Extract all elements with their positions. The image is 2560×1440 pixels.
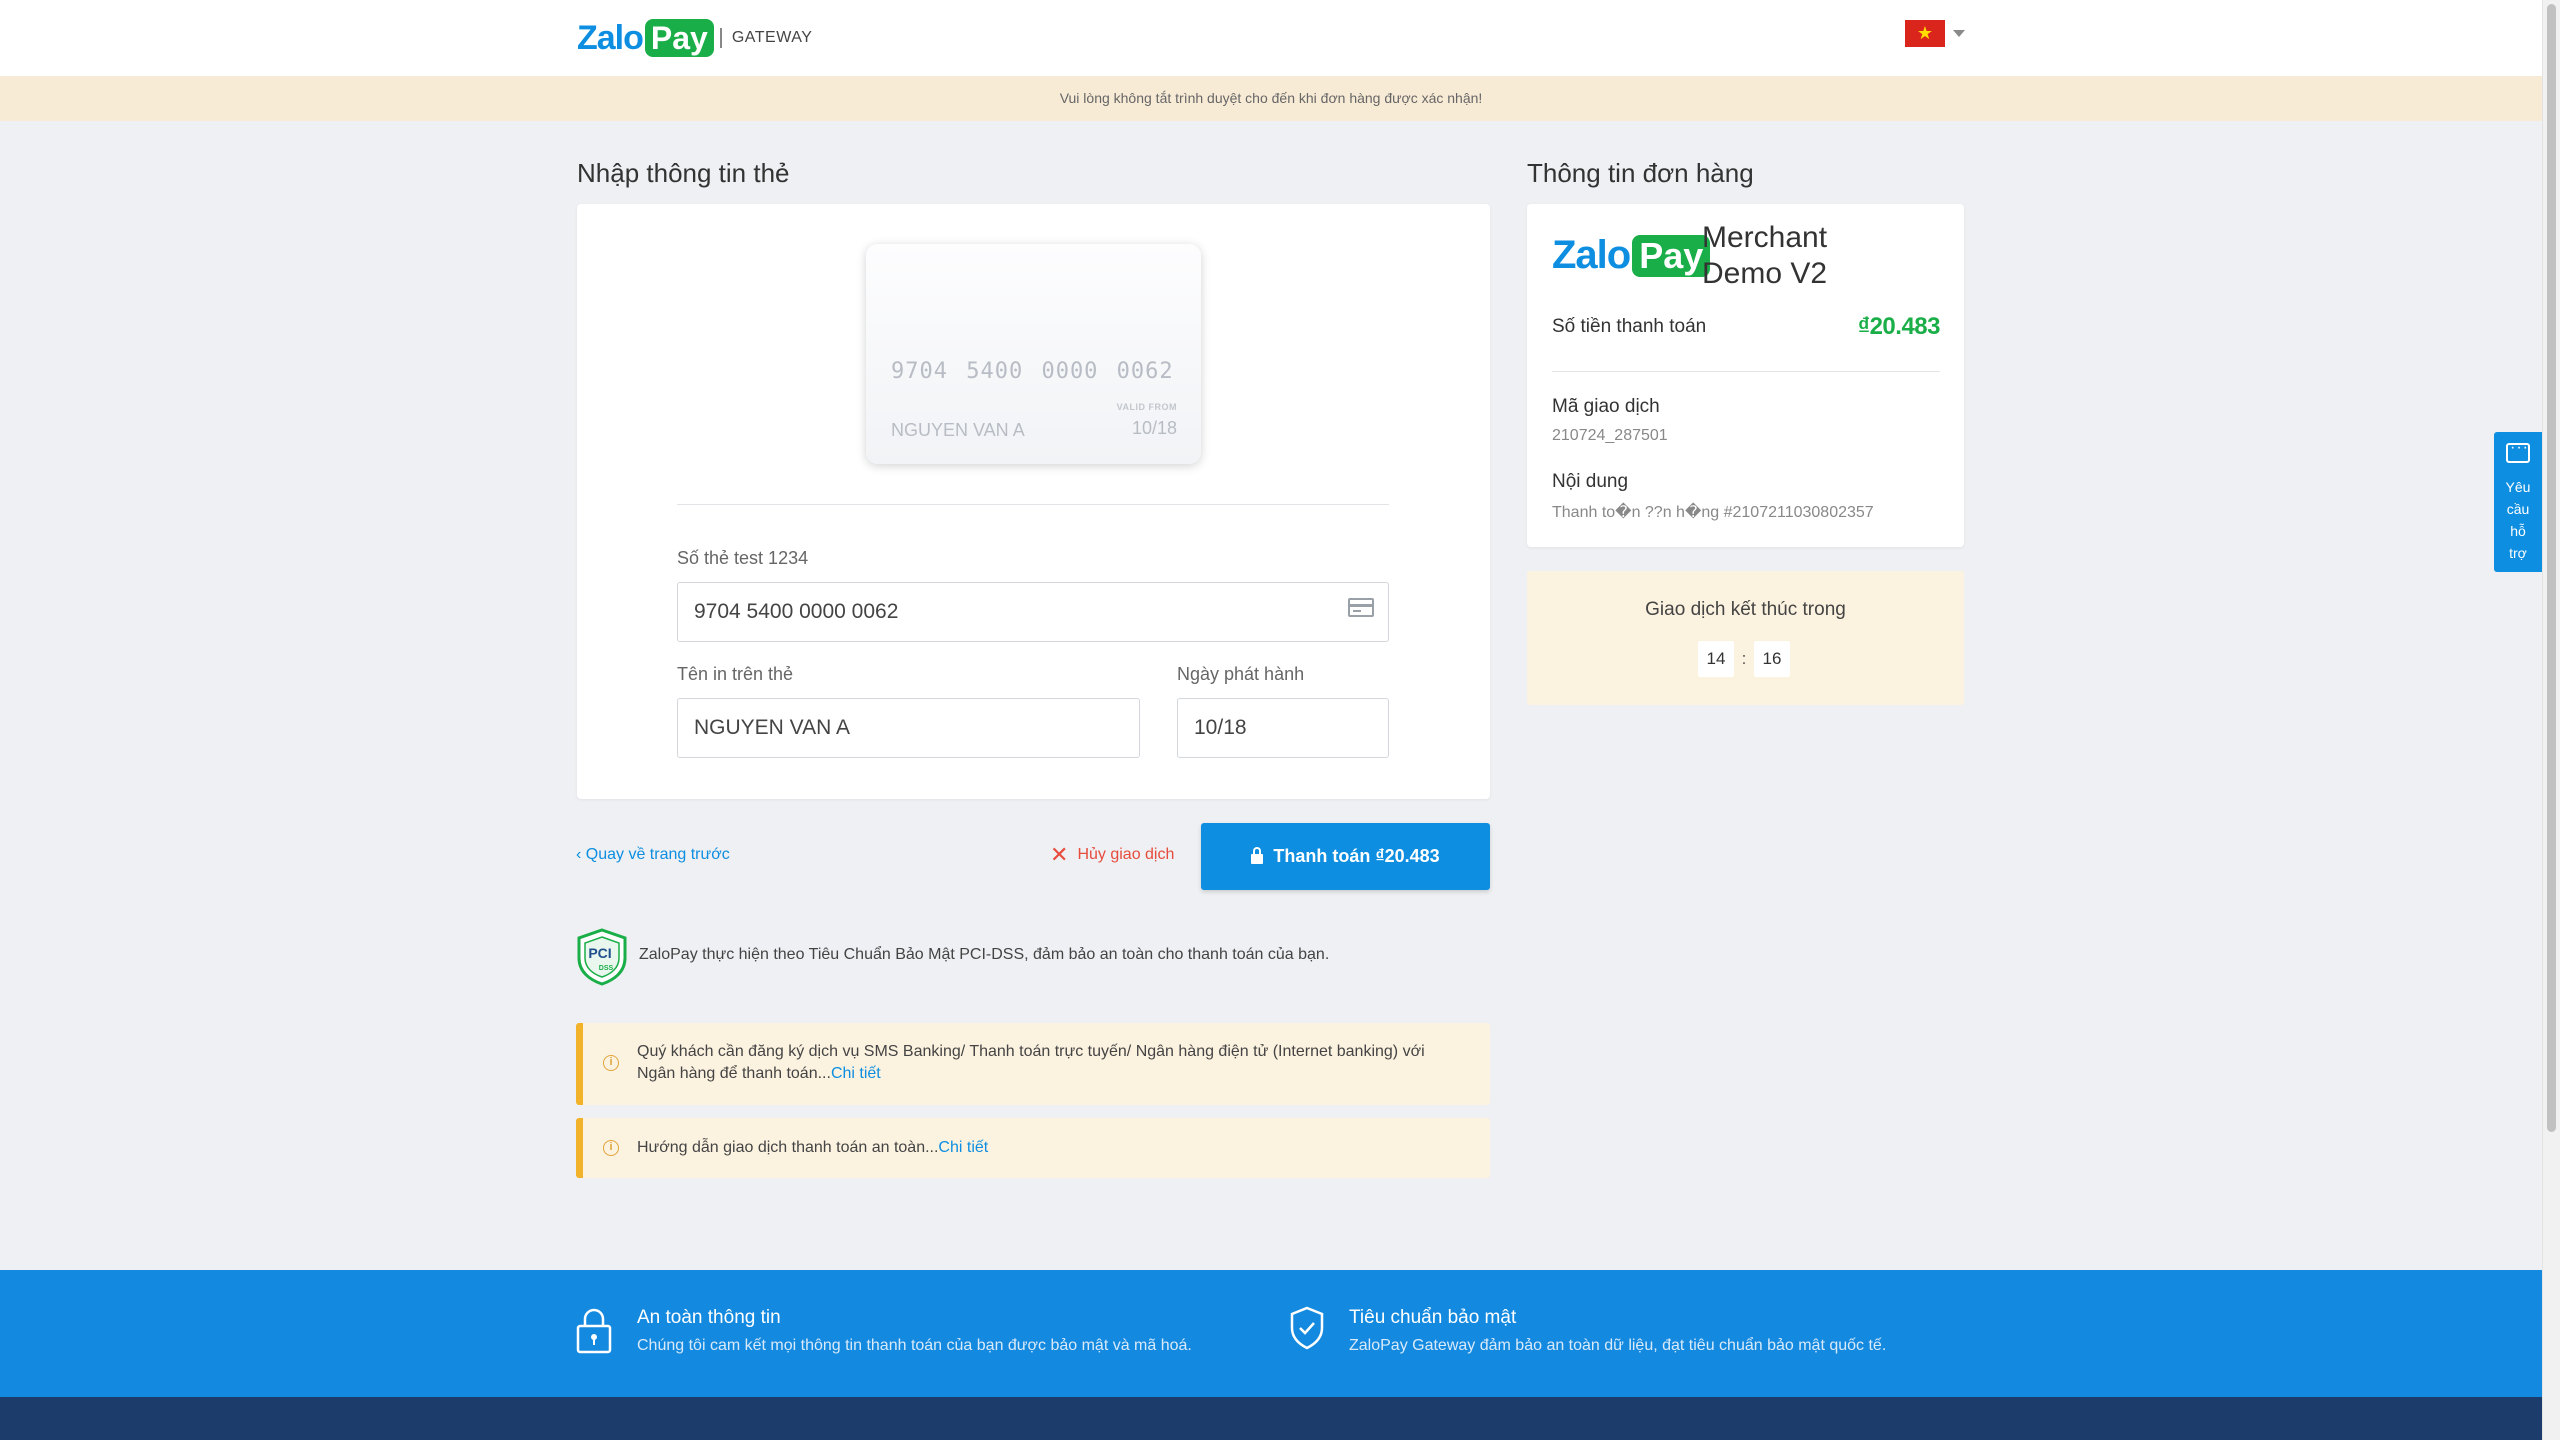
logo-pay-text: Pay — [644, 19, 714, 57]
card-preview-valid-label: VALID FROM — [1116, 402, 1177, 412]
top-header: Zalo Pay GATEWAY ★ — [0, 0, 2542, 76]
safe-payment-details-link[interactable]: Chi tiết — [938, 1139, 988, 1156]
support-request-tab[interactable]: Yêu cầu hỗ trợ — [2494, 432, 2542, 572]
card-preview: 9704 5400 0000 0062 NGUYEN VAN A VALID F… — [866, 244, 1201, 464]
chat-icon — [2506, 439, 2530, 463]
back-link[interactable]: ‹ Quay về trang trước — [576, 846, 730, 864]
order-info-title: Thông tin đơn hàng — [1527, 158, 1754, 188]
vietnam-flag-icon: ★ — [1905, 20, 1945, 47]
info-icon: i — [603, 1055, 619, 1071]
flag-star: ★ — [1916, 23, 1934, 43]
standard-text: ZaloPay Gateway đảm bảo an toàn dữ liệu,… — [1349, 1337, 1887, 1354]
close-icon: ✕ — [1050, 842, 1069, 867]
standard-title: Tiêu chuẩn bảo mật — [1349, 1307, 1517, 1328]
safe-payment-label: Hướng dẫn giao dịch thanh toán an toàn..… — [637, 1139, 939, 1156]
amount-value: ₫20.483 — [1857, 313, 1941, 340]
safe-payment-text: Hướng dẫn giao dịch thanh toán an toàn..… — [637, 1137, 988, 1159]
pci-dss-shield-icon: PCI DSS — [577, 928, 627, 986]
card-number-label: Số thẻ test 1234 — [677, 548, 809, 568]
sms-banking-line1: Quý khách cần đăng ký dịch vụ SMS Bankin… — [637, 1043, 1425, 1060]
padlock-icon — [576, 1308, 612, 1354]
transaction-id-value: 210724_287501 — [1552, 427, 1668, 444]
issue-date-input[interactable]: 10/18 — [1177, 698, 1389, 758]
scrollbar-thumb[interactable] — [2547, 4, 2556, 1132]
support-label-line: Yêu — [2505, 479, 2531, 495]
language-selector[interactable]: ★ — [1905, 20, 1965, 47]
safe-payment-notice: i Hướng dẫn giao dịch thanh toán an toàn… — [576, 1118, 1490, 1178]
amount-label: Số tiền thanh toán — [1552, 316, 1707, 337]
countdown-minutes: 14 — [1698, 641, 1734, 677]
pci-badge-top: PCI — [588, 945, 611, 961]
browser-notice-bar: Vui lòng không tắt trình duyệt cho đến k… — [0, 76, 2542, 121]
merchant-logo: Zalo Pay — [1552, 233, 1711, 278]
page-scrollbar[interactable] — [2542, 0, 2560, 1440]
countdown-seconds: 16 — [1754, 641, 1790, 677]
card-form-title: Nhập thông tin thẻ — [577, 158, 790, 188]
zalopay-gateway-logo[interactable]: Zalo Pay GATEWAY — [577, 18, 812, 58]
credit-card-icon — [1348, 598, 1374, 617]
content-value: Thanh to�n ??n h�ng #2107211030802357 — [1552, 504, 1874, 521]
sms-banking-line2: Ngân hàng để thanh toán... — [637, 1065, 831, 1082]
security-title: An toàn thông tin — [637, 1307, 781, 1328]
cardholder-name-input[interactable]: NGUYEN VAN A — [677, 698, 1140, 758]
footer-bottom-bar — [0, 1397, 2542, 1440]
cancel-transaction-label: Hủy giao dịch — [1077, 846, 1175, 863]
support-label-line: trợ — [2509, 545, 2527, 561]
info-icon: i — [603, 1140, 619, 1156]
chevron-down-icon — [1953, 30, 1965, 37]
gateway-label: GATEWAY — [731, 29, 813, 46]
merchant-logo-zalo: Zalo — [1552, 233, 1631, 277]
card-number-input[interactable]: 9704 5400 0000 0062 — [677, 582, 1389, 642]
countdown-title: Giao dịch kết thúc trong — [1645, 599, 1846, 620]
card-form-divider — [677, 504, 1389, 505]
merchant-name: Merchant Demo V2 — [1702, 221, 1828, 290]
support-label: Yêu cầu hỗ trợ — [2494, 476, 2542, 564]
order-divider — [1552, 371, 1940, 372]
merchant-logo-pay: Pay — [1632, 234, 1711, 277]
logo-zalo-text: Zalo — [577, 18, 644, 57]
countdown-panel: Giao dịch kết thúc trong 14 : 16 — [1527, 571, 1964, 705]
card-preview-number: 9704 5400 0000 0062 — [891, 359, 1174, 384]
lock-icon — [1251, 846, 1264, 864]
logo-separator — [719, 28, 722, 48]
transaction-id-label: Mã giao dịch — [1552, 396, 1660, 417]
pay-button-label: Thanh toán ₫20.483 — [1273, 846, 1440, 866]
security-text: Chúng tôi cam kết mọi thông tin thanh to… — [637, 1337, 1192, 1354]
issue-date-label: Ngày phát hành — [1177, 664, 1305, 684]
support-label-line: cầu — [2506, 501, 2530, 517]
sms-banking-details-link[interactable]: Chi tiết — [831, 1065, 881, 1082]
card-preview-valid: 10/18 — [1131, 418, 1177, 438]
pci-badge-bottom: DSS — [599, 965, 614, 972]
countdown-timer: 14 : 16 — [1698, 641, 1790, 677]
cancel-transaction-button[interactable]: ✕ Hủy giao dịch — [1050, 842, 1175, 867]
pay-button[interactable]: Thanh toán ₫20.483 — [1201, 823, 1490, 890]
support-label-line: hỗ — [2510, 523, 2526, 539]
countdown-separator: : — [1741, 649, 1747, 668]
card-preview-name: NGUYEN VAN A — [891, 420, 1025, 440]
footer: An toàn thông tin Chúng tôi cam kết mọi … — [0, 1270, 2542, 1397]
sms-banking-notice: i Quý khách cần đăng ký dịch vụ SMS Bank… — [576, 1023, 1490, 1105]
sms-banking-line2-wrap: Ngân hàng để thanh toán...Chi tiết — [637, 1063, 1425, 1085]
content-label: Nội dung — [1552, 471, 1629, 492]
shield-check-icon — [1290, 1306, 1324, 1350]
sms-banking-text: Quý khách cần đăng ký dịch vụ SMS Bankin… — [637, 1041, 1425, 1085]
pci-dss-text: ZaloPay thực hiện theo Tiêu Chuẩn Bảo Mậ… — [639, 946, 1330, 963]
cardholder-name-label: Tên in trên thẻ — [677, 664, 794, 684]
